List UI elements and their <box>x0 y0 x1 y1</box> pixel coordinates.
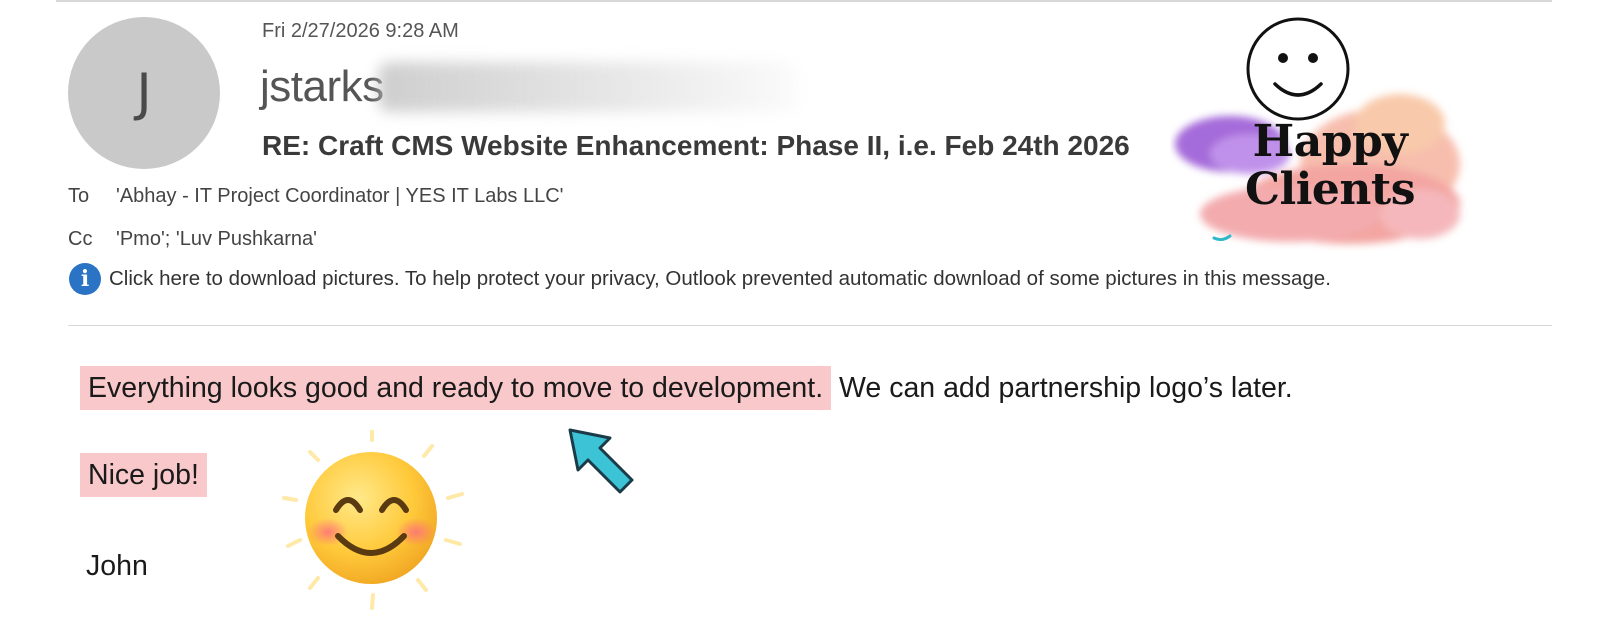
nice-job-text: Nice job! <box>80 453 207 497</box>
signature: John <box>86 550 148 582</box>
download-pictures-infobar[interactable]: i Click here to download pictures. To he… <box>69 263 1331 295</box>
sender-redaction-blur <box>378 62 798 112</box>
info-icon[interactable]: i <box>69 263 101 295</box>
blushing-smile-emoji-icon <box>282 430 464 610</box>
sender-address[interactable]: jstarks <box>260 62 384 112</box>
cc-recipients[interactable]: 'Pmo'; 'Luv Pushkarna' <box>116 228 317 251</box>
top-divider <box>56 0 1552 2</box>
email-date: Fri 2/27/2026 9:28 AM <box>262 20 459 42</box>
download-pictures-link[interactable]: Click here to download pictures. To help… <box>109 267 1331 291</box>
header-body-divider <box>68 325 1552 326</box>
message-line-1: Everything looks good and ready to move … <box>80 366 1293 410</box>
happy-clients-text: Happy Clients <box>1240 118 1420 214</box>
badge-line-2: Clients <box>1244 164 1416 215</box>
avatar-initial: J <box>136 63 152 123</box>
rest-sentence: We can add partnership logo’s later. <box>839 372 1293 404</box>
email-reading-pane: J Fri 2/27/2026 9:28 AM jstarks RE: Craf… <box>0 0 1600 619</box>
highlighted-sentence: Everything looks good and ready to move … <box>80 366 832 410</box>
to-row: To 'Abhay - IT Project Coordinator | YES… <box>68 185 564 208</box>
message-line-2: Nice job! <box>80 453 207 497</box>
cc-row: Cc 'Pmo'; 'Luv Pushkarna' <box>68 228 317 251</box>
badge-line-1: Happy <box>1252 116 1408 167</box>
pointer-arrow-icon <box>568 428 634 494</box>
email-subject: RE: Craft CMS Website Enhancement: Phase… <box>262 130 1130 161</box>
sender-avatar[interactable]: J <box>68 17 220 169</box>
smiley-face-icon <box>1246 17 1350 121</box>
cc-label: Cc <box>68 228 93 250</box>
to-label: To <box>68 185 90 207</box>
to-recipient[interactable]: 'Abhay - IT Project Coordinator | YES IT… <box>116 185 564 208</box>
